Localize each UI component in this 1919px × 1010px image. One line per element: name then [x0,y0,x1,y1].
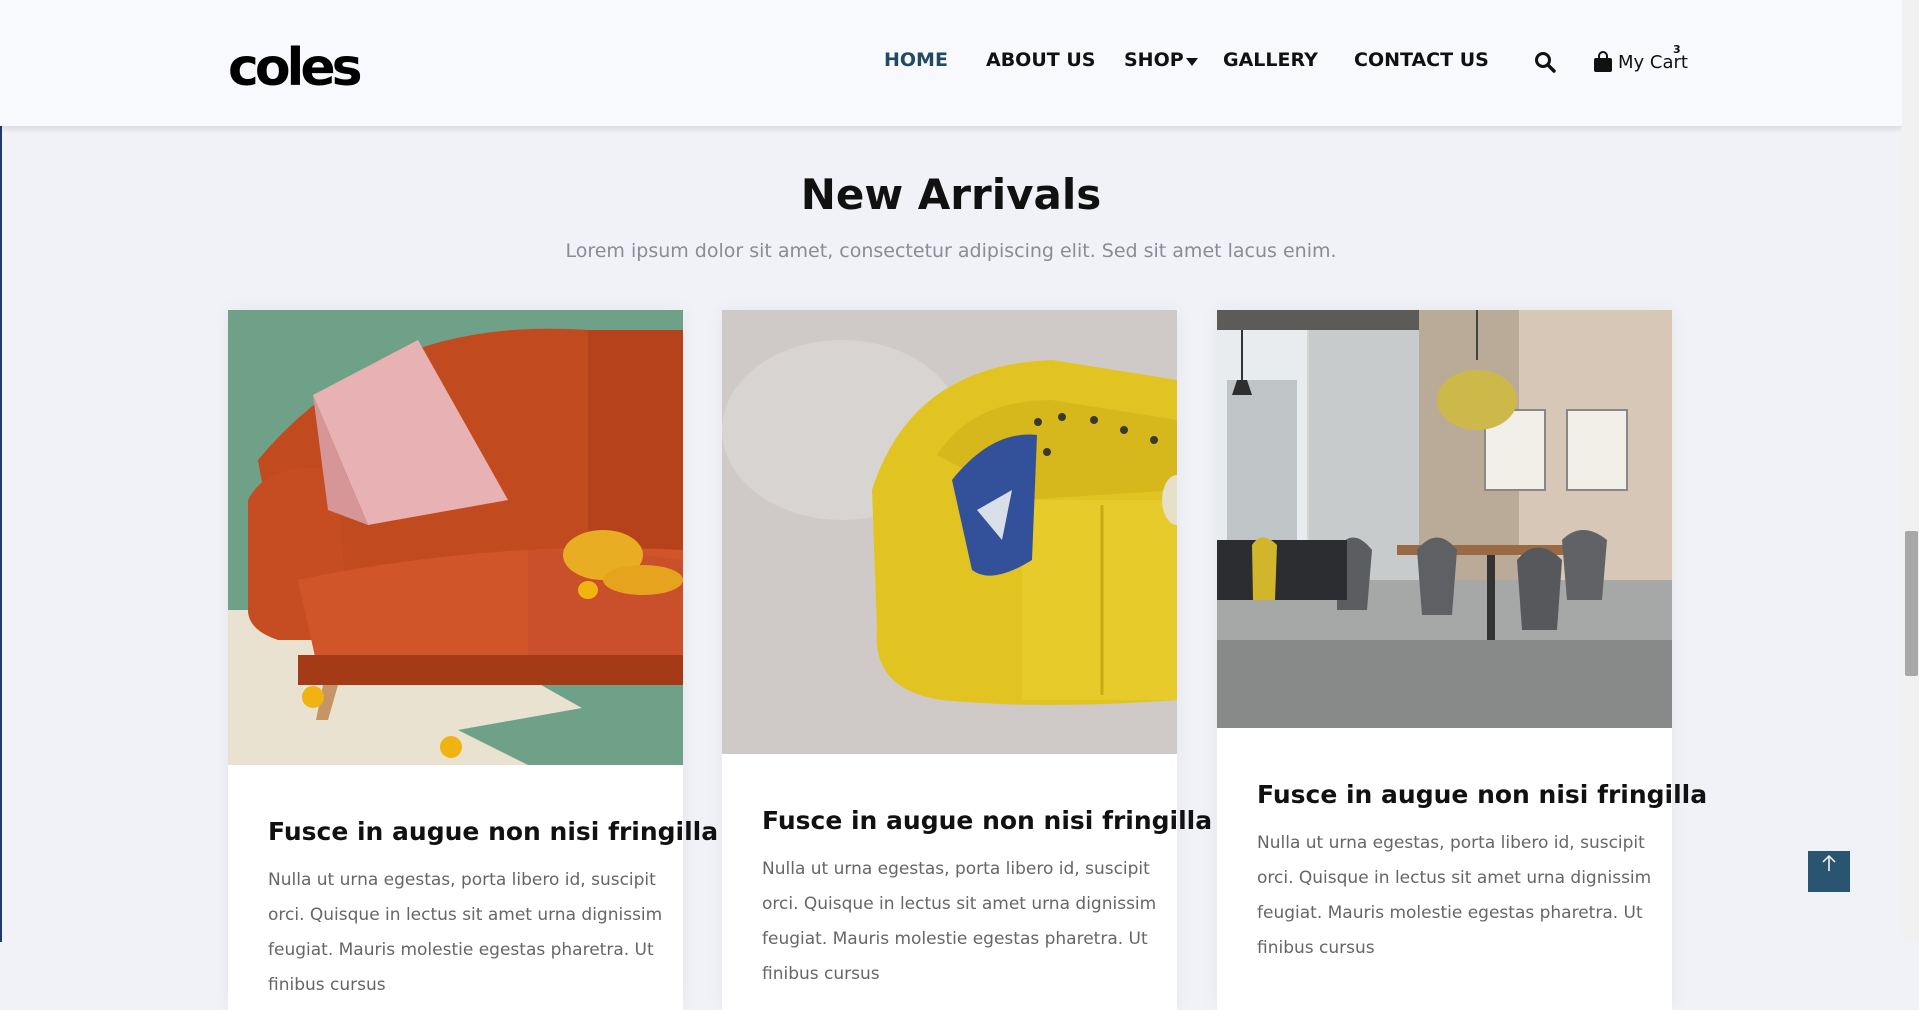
nav-gallery[interactable]: GALLERY [1223,49,1318,71]
nav-shop[interactable]: SHOP [1124,49,1184,71]
nav-home[interactable]: HOME [884,49,948,71]
cart-count-badge: 3 [1673,43,1681,56]
site-header: coles HOME ABOUT US SHOP GALLERY CONTACT… [0,0,1902,126]
nav-about-us[interactable]: ABOUT US [986,49,1095,71]
product-description: Nulla ut urna egestas, porta libero id, … [268,870,663,995]
section-title: New Arrivals [800,170,1102,219]
product-image-orange-sofa[interactable] [228,310,683,765]
nav-contact-us[interactable]: CONTACT US [1354,49,1489,71]
shopping-bag-icon [1593,51,1613,73]
product-description: Nulla ut urna egestas, porta libero id, … [1257,833,1652,958]
section-subtitle: Lorem ipsum dolor sit amet, consectetur … [565,240,1337,262]
arrow-up-icon [1808,854,1850,896]
scrollbar-thumb[interactable] [1905,531,1918,676]
product-title[interactable]: Fusce in augue non nisi fringilla [762,806,1212,835]
product-image-dining-room[interactable] [1217,310,1672,728]
brand-logo[interactable]: coles [228,38,363,98]
product-card[interactable]: Fusce in augue non nisi fringilla Nulla … [1217,310,1707,1010]
product-title[interactable]: Fusce in augue non nisi fringilla [268,817,718,846]
product-description: Nulla ut urna egestas, porta libero id, … [762,859,1157,984]
search-icon[interactable] [1534,51,1556,73]
scrollbar-track[interactable] [1902,0,1919,942]
product-image-yellow-sofa[interactable] [722,310,1177,754]
page-edge [0,0,2,942]
product-title[interactable]: Fusce in augue non nisi fringilla [1257,780,1707,809]
product-card[interactable]: Fusce in augue non nisi fringilla Nulla … [722,310,1212,1010]
product-card[interactable]: Fusce in augue non nisi fringilla Nulla … [228,310,718,1010]
chevron-down-icon[interactable] [1186,58,1198,66]
back-to-top-button[interactable] [1808,851,1850,892]
